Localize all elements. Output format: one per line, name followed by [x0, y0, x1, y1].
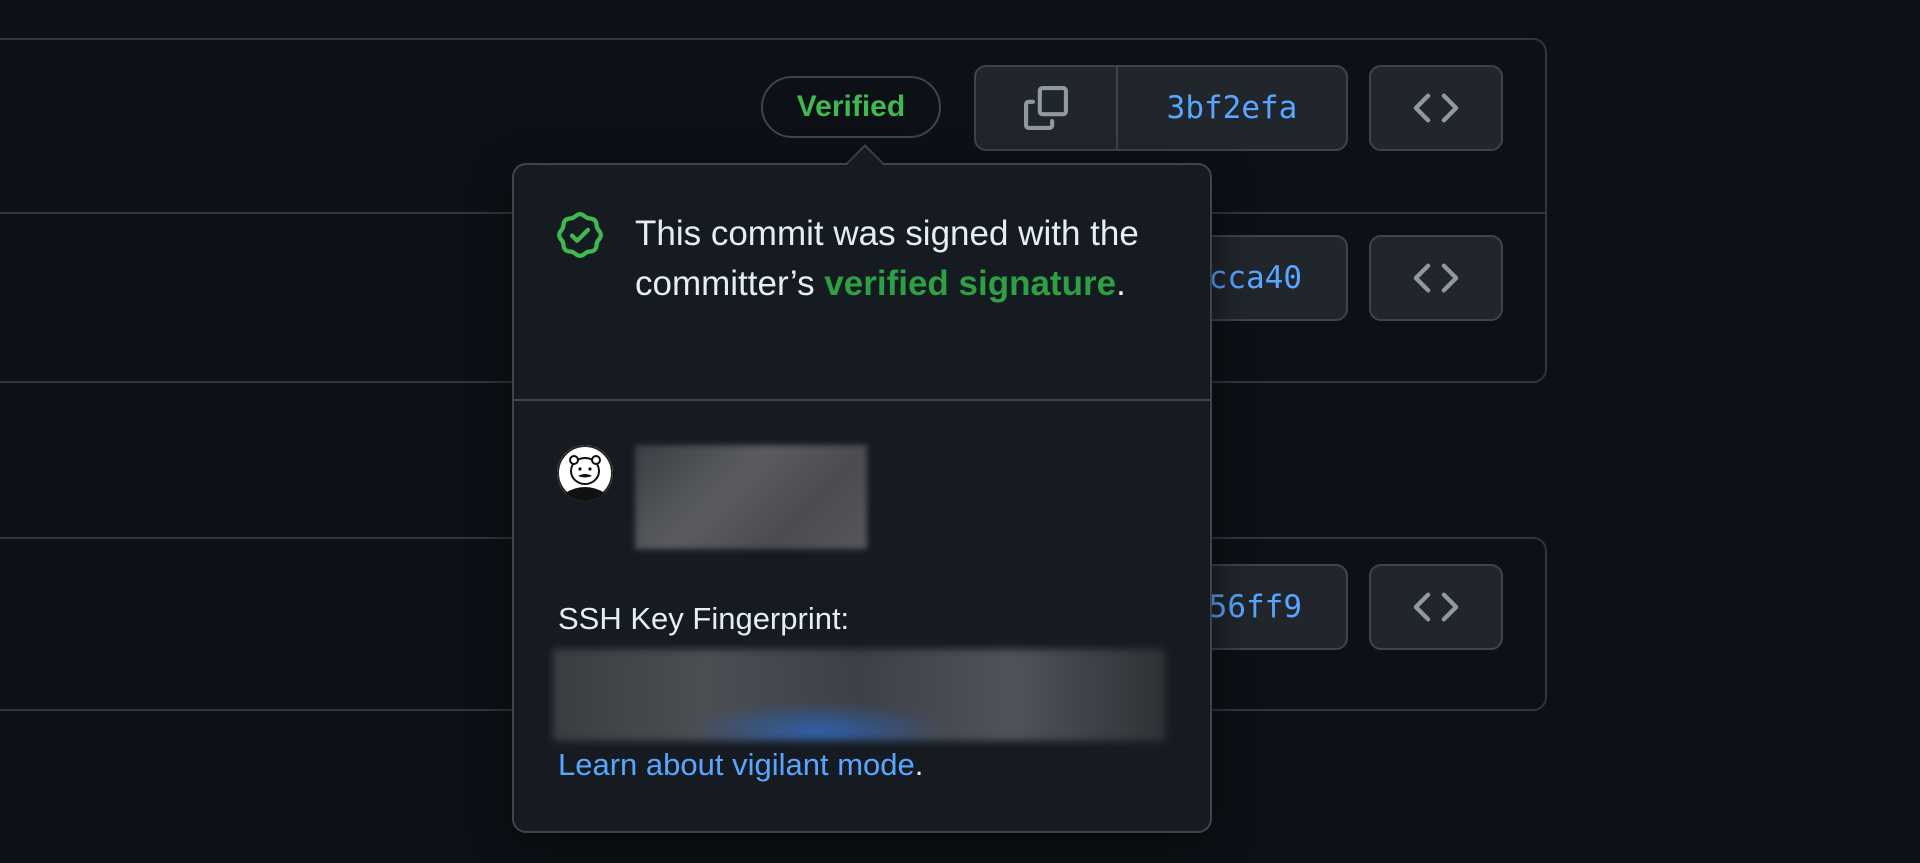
learn-more-line: Learn about vigilant mode.	[558, 747, 923, 783]
committer-name-redacted	[635, 445, 867, 549]
browse-repo-button[interactable]	[1369, 235, 1503, 321]
commit-sha-button-group: 3bf2efa	[974, 65, 1348, 151]
signature-message-suffix: .	[1116, 264, 1126, 303]
avatar-image	[557, 445, 613, 501]
popover-caret-inner	[847, 147, 883, 165]
copy-icon	[1024, 86, 1068, 130]
browse-repo-button[interactable]	[1369, 65, 1503, 151]
learn-vigilant-mode-link[interactable]: Learn about vigilant mode	[558, 747, 915, 782]
copy-sha-button[interactable]	[976, 67, 1118, 149]
commit-sha-link[interactable]: 3bf2efa	[1118, 67, 1346, 149]
code-icon	[1413, 93, 1459, 123]
browse-repo-button[interactable]	[1369, 564, 1503, 650]
ssh-key-label: SSH Key Fingerprint:	[558, 601, 850, 636]
verified-signature-text: verified signature	[824, 264, 1117, 303]
code-icon	[1413, 592, 1459, 622]
popover-header: This commit was signed with the committe…	[514, 165, 1210, 401]
signature-message: This commit was signed with the committe…	[635, 209, 1175, 309]
committer-avatar[interactable]	[557, 445, 613, 501]
commit-list-view: Verified 3bf2efa cca40 56ff9 This commit…	[0, 0, 1920, 863]
code-icon	[1413, 263, 1459, 293]
verified-shield-icon	[557, 212, 603, 258]
ssh-fingerprint-redacted	[553, 649, 1165, 741]
learn-suffix: .	[914, 747, 924, 782]
signature-popover: This commit was signed with the committe…	[512, 163, 1212, 833]
verified-badge[interactable]: Verified	[761, 76, 941, 138]
